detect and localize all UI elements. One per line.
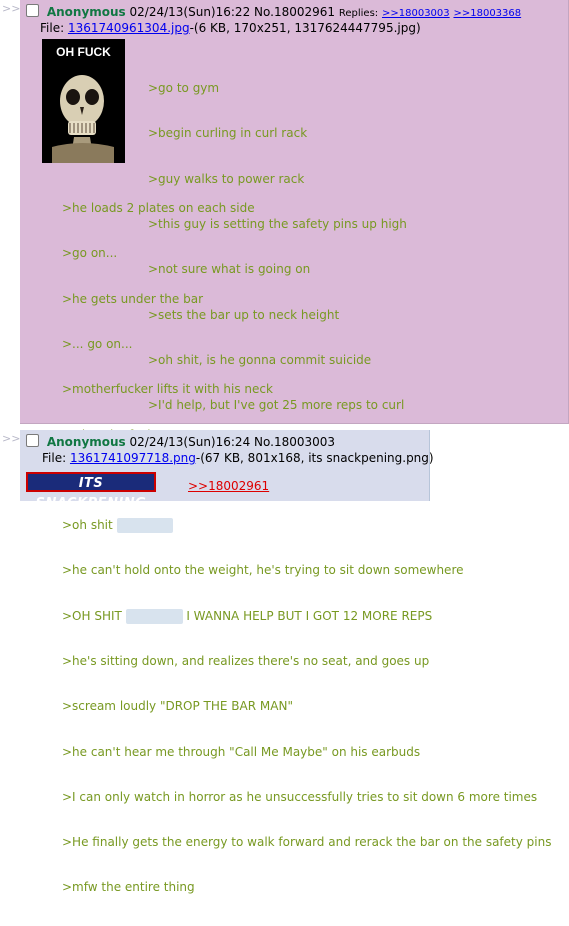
- post-number[interactable]: No.18002961: [254, 5, 335, 19]
- post-arrows: >>: [2, 2, 21, 15]
- greentext-line: >motherfucker lifts it with his neck: [62, 382, 273, 397]
- file-label: File:: [40, 21, 65, 35]
- file-info-line: File: 1361741097718.png-(67 KB, 801x168,…: [42, 451, 434, 465]
- greentext-line: >mfw the entire thing: [62, 880, 195, 895]
- thumbnail-image[interactable]: OH FUCK: [42, 39, 125, 163]
- file-label: File:: [42, 451, 67, 465]
- greentext-line: >he gets under the bar: [62, 291, 203, 306]
- greentext-line: >he can't hold onto the weight, he's try…: [62, 563, 464, 578]
- post-number[interactable]: No.18003003: [254, 435, 335, 449]
- greentext-text: I WANNA HELP BUT I GOT 12 MORE REPS: [186, 608, 433, 623]
- post-datetime: 02/24/13(Sun)16:24: [129, 435, 251, 449]
- greentext-line: >I can only watch in horror as he unsucc…: [62, 789, 538, 804]
- greentext-line: >he can't hear me through "Call Me Maybe…: [62, 744, 421, 759]
- greentext-line: >he loads 2 plates on each side: [62, 201, 255, 216]
- file-details: -(6 KB, 170x251, 1317624447795.jpg): [189, 21, 421, 35]
- greentext-line: >go on...: [62, 246, 118, 261]
- post-datetime: 02/24/13(Sun)16:22: [129, 5, 251, 19]
- greentext-line: >oh shit xxxxxxxx: [62, 518, 551, 534]
- poster-name: Anonymous: [46, 5, 126, 19]
- greentext-line: >he's sitting down, and realizes there's…: [62, 654, 430, 668]
- greentext-line: >OH SHIT xxxxxxxx I WANNA HELP BUT I GOT…: [62, 608, 551, 624]
- reply-link[interactable]: >>18003368: [453, 8, 521, 19]
- greentext-line: >scream loudly "DROP THE BAR MAN": [62, 699, 293, 714]
- skeleton-icon: [52, 75, 114, 163]
- reply-link[interactable]: >>18003003: [382, 8, 450, 19]
- post-header: Anonymous 02/24/13(Sun)16:24 No.18003003: [26, 434, 335, 449]
- file-details: -(67 KB, 801x168, its snackpening.png): [195, 451, 434, 465]
- censor-smudge: xxxxxxxx: [125, 608, 183, 624]
- post-checkbox[interactable]: [26, 4, 39, 17]
- poster-name: Anonymous: [46, 435, 126, 449]
- post-18002961: Anonymous 02/24/13(Sun)16:22 No.18002961…: [20, 0, 569, 894]
- post-checkbox[interactable]: [26, 434, 39, 447]
- post-header: Anonymous 02/24/13(Sun)16:22 No.18002961…: [26, 4, 521, 19]
- greentext-line: >go to gym: [148, 81, 220, 96]
- greentext-text: >OH SHIT: [62, 608, 122, 623]
- file-link[interactable]: 1361741097718.png: [70, 451, 196, 465]
- file-info-line: File: 1361740961304.jpg-(6 KB, 170x251, …: [40, 21, 421, 35]
- greentext-block-full: >he loads 2 plates on each side >go on..…: [62, 171, 551, 926]
- replies-label: Replies:: [338, 8, 379, 19]
- quote-link[interactable]: >>18002961: [188, 479, 269, 493]
- thumbnail-image[interactable]: ITS SNACKPENING: [26, 472, 156, 511]
- greentext-text: >oh shit: [62, 518, 113, 533]
- file-link[interactable]: 1361740961304.jpg: [68, 21, 190, 35]
- greentext-line: >... go on...: [62, 337, 133, 352]
- greentext-line: >He finally gets the energy to walk forw…: [62, 835, 552, 850]
- greentext-line: >begin curling in curl rack: [148, 126, 308, 141]
- censor-smudge: xxxxxxxx: [116, 518, 174, 534]
- post-arrows: >>: [2, 432, 21, 445]
